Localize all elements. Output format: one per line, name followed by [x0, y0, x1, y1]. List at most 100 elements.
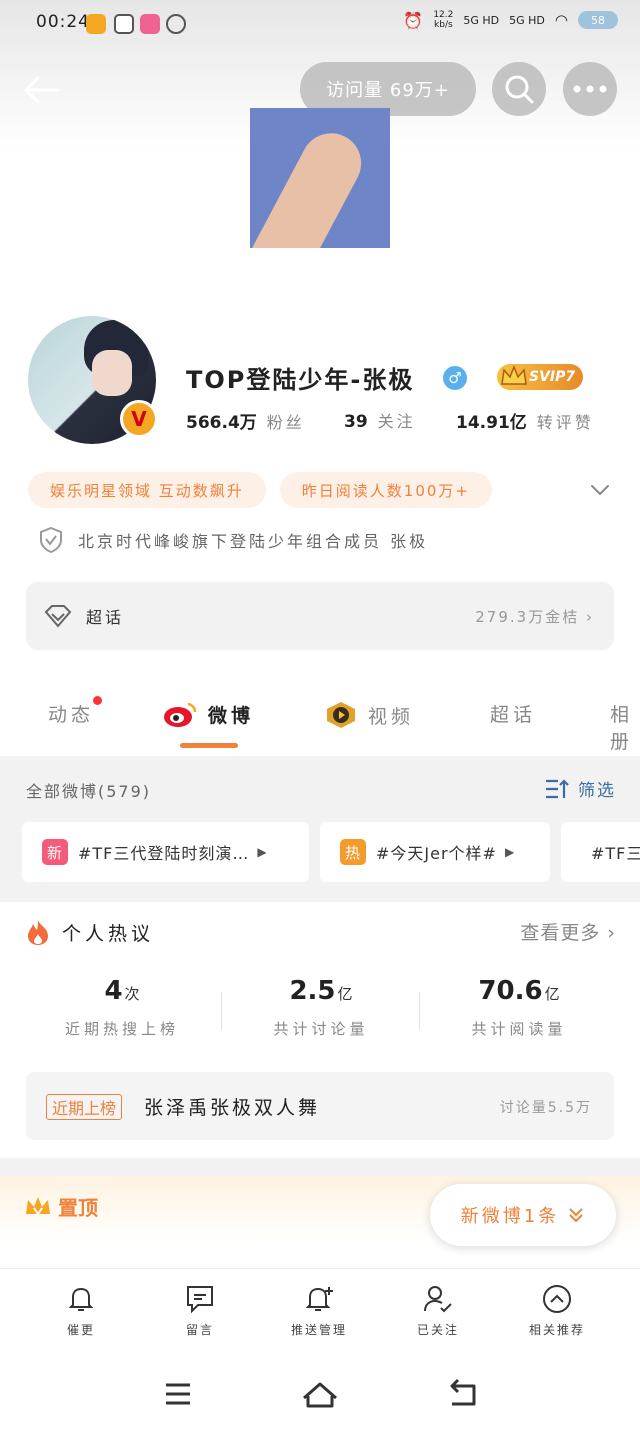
- stat-value: 14.91亿: [456, 413, 527, 433]
- search-button[interactable]: [492, 62, 546, 116]
- battery-indicator: 58: [578, 11, 618, 29]
- new-posts-button[interactable]: 新微博1条: [430, 1184, 616, 1246]
- notification-dot: [93, 696, 103, 705]
- stat-fans[interactable]: 566.4万 粉丝: [186, 408, 344, 433]
- recent-title: 张泽禹张极双人舞: [144, 1097, 321, 1119]
- back-nav-icon[interactable]: [442, 1374, 482, 1414]
- home-icon[interactable]: [300, 1374, 340, 1414]
- tab-chaohua[interactable]: 超话: [490, 700, 536, 727]
- profile-stats: 566.4万 粉丝 39 关注 14.91亿 转评赞: [186, 408, 594, 433]
- status-time: 00:24: [36, 12, 90, 32]
- view-more-text: 查看更多: [520, 922, 601, 944]
- hot-stat-value: 70.6: [478, 976, 543, 1006]
- topic-chip[interactable]: #TF三: [561, 822, 640, 882]
- double-chevron-down-icon: [569, 1208, 583, 1223]
- wifi-icon: ◠: [554, 11, 568, 29]
- user-check-icon: [424, 1286, 452, 1313]
- stat-label: 关注: [377, 412, 416, 431]
- hot-stat-label: 近期热搜上榜: [64, 1020, 179, 1038]
- toolbar-message-button[interactable]: 留言: [145, 1283, 255, 1338]
- toolbar-push-button[interactable]: 推送管理: [264, 1283, 374, 1338]
- toolbar-label: 推送管理: [290, 1323, 347, 1337]
- stat-label: 粉丝: [266, 413, 305, 432]
- chevron-down-icon[interactable]: [588, 478, 612, 502]
- chaohua-value-text: 279.3万金桔: [475, 608, 580, 626]
- fire-icon: [28, 920, 48, 945]
- filter-label: 筛选: [578, 781, 616, 801]
- hot-stat-reads: 70.6 亿 共计阅读量: [419, 976, 619, 1039]
- stat-following[interactable]: 39 关注: [344, 408, 456, 433]
- bell-icon: [68, 1287, 94, 1311]
- svip-label: SVIP7: [529, 369, 576, 385]
- crown-icon: [26, 1196, 50, 1216]
- menu-icon[interactable]: [158, 1374, 198, 1414]
- stat-interactions[interactable]: 14.91亿 转评赞: [456, 408, 594, 433]
- section-separator: [0, 1158, 640, 1176]
- verification-text: 北京时代峰峻旗下登陆少年组合成员 张极: [78, 532, 429, 551]
- topic-chip[interactable]: 热 #今天Jer个样# ▶: [320, 822, 550, 882]
- message-icon: [187, 1286, 213, 1314]
- shield-icon: [40, 526, 62, 554]
- male-icon: ♂: [443, 366, 467, 390]
- filter-button[interactable]: 筛选: [544, 776, 616, 801]
- avatar-face: [92, 350, 132, 396]
- topic-text: #今天Jer个样#: [376, 844, 497, 863]
- stat-value: 39: [344, 412, 368, 432]
- hot-stat-value: 4: [104, 976, 123, 1006]
- net-speed-value: 12.2: [433, 10, 454, 20]
- all-posts-label: 全部微博(579): [26, 782, 152, 801]
- tab-dynamics[interactable]: 动态: [48, 696, 103, 727]
- recent-count: 讨论量5.5万: [499, 1100, 592, 1116]
- back-button[interactable]: [20, 68, 64, 112]
- tab-label: 微博: [208, 704, 255, 727]
- view-more-link[interactable]: 查看更多 ›: [520, 918, 616, 945]
- chaohua-label: 超话: [86, 608, 125, 627]
- tag-chip[interactable]: 昨日阅读人数100万+: [279, 472, 492, 508]
- tab-label: 动态: [48, 704, 95, 726]
- tab-album[interactable]: 相册: [610, 700, 640, 754]
- hot-title-text: 个人热议: [62, 922, 155, 945]
- stat-value: 566.4万: [186, 413, 257, 433]
- toolbar-label: 留言: [185, 1323, 214, 1337]
- recent-trending-card[interactable]: 近期上榜 张泽禹张极双人舞 讨论量5.5万: [26, 1072, 614, 1140]
- toolbar-urge-button[interactable]: 催更: [26, 1283, 136, 1338]
- tab-label: 视频: [368, 705, 415, 728]
- recent-badge: 近期上榜: [46, 1094, 123, 1120]
- toolbar-label: 催更: [66, 1323, 95, 1337]
- cover-image[interactable]: [250, 108, 390, 248]
- active-tab-indicator: [180, 743, 238, 748]
- hot-stat-label: 共计讨论量: [273, 1020, 369, 1038]
- toolbar-following-button[interactable]: 已关注: [383, 1283, 493, 1338]
- play-arrow-icon: ▶: [504, 845, 516, 859]
- weibo-logo-icon: [164, 702, 197, 727]
- signal-1: 5G HD: [463, 13, 500, 27]
- hot-stat-discussions: 2.5 亿 共计讨论量: [221, 976, 421, 1039]
- hot-discussion-title: 个人热议: [26, 918, 154, 946]
- hot-stat-unit: 亿: [337, 985, 353, 1003]
- svip-badge[interactable]: SVIP7: [497, 364, 584, 390]
- toolbar-recommend-button[interactable]: 相关推荐: [502, 1283, 612, 1338]
- system-nav-bar: [0, 1352, 640, 1433]
- bottom-toolbar: 催更 留言 推送管理 已关注 相关推荐: [0, 1268, 640, 1352]
- chaohua-card[interactable]: 超话 279.3万金桔 ›: [26, 582, 614, 650]
- diamond-icon: [44, 605, 72, 628]
- tab-video[interactable]: 视频: [324, 700, 414, 730]
- tag-chip[interactable]: 娱乐明星领域 互动数飙升: [28, 472, 266, 508]
- topic-chip[interactable]: 新 #TF三代登陆时刻演… ▶: [22, 822, 309, 882]
- toolbar-label: 已关注: [416, 1323, 459, 1337]
- hot-stat-unit: 亿: [544, 985, 560, 1003]
- wechat-notification-icon: [114, 14, 134, 34]
- tab-weibo[interactable]: 微博: [162, 700, 254, 728]
- more-button[interactable]: [563, 62, 617, 116]
- alarm-icon: ⏰: [403, 10, 424, 30]
- profile-name: TOP登陆少年-张极: [186, 366, 415, 394]
- stat-label: 转评赞: [536, 413, 594, 432]
- new-posts-text: 新微博1条: [460, 1206, 560, 1227]
- pinned-text: 置顶: [58, 1196, 98, 1220]
- hot-stat-label: 共计阅读量: [471, 1020, 567, 1038]
- hot-stat-rank: 4次 近期热搜上榜: [22, 976, 222, 1039]
- verified-badge: V: [120, 400, 158, 438]
- app-notification-icon: [140, 14, 160, 34]
- signal-2: 5G HD: [509, 13, 545, 27]
- status-bar: 00:24 ⏰ 12.2 kb/s 5G HD 5G HD ◠ 58: [0, 0, 640, 48]
